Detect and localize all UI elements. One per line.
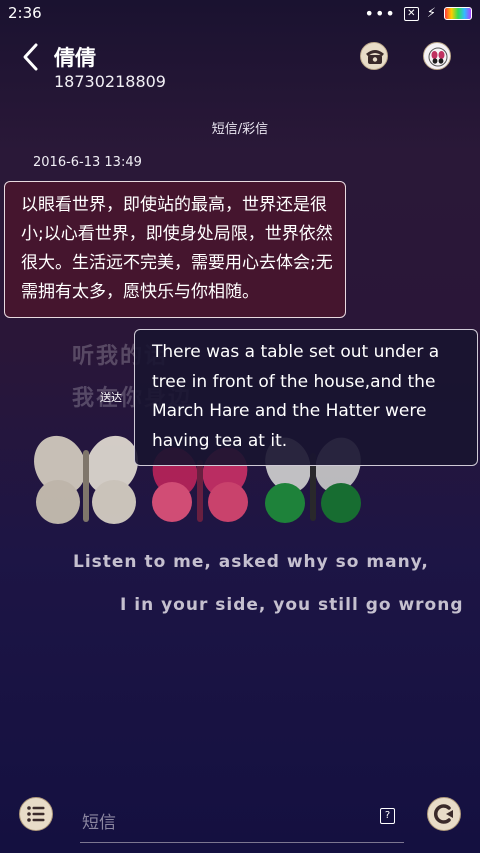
- contact-phone-number: 18730218809: [54, 72, 166, 91]
- more-dots-icon: •••: [364, 3, 396, 23]
- attachment-menu-button[interactable]: [19, 797, 53, 831]
- sms-input[interactable]: [80, 808, 404, 843]
- delivery-status: 送达: [100, 391, 122, 404]
- message-channel-label: 短信/彩信: [211, 122, 269, 137]
- composer-bar: ?: [0, 790, 480, 853]
- send-icon: [433, 804, 453, 824]
- received-message-bubble[interactable]: 以眼看世界，即使站的最高，世界还是很小;以心看世界，即使身处局限，世界依然很大。…: [4, 181, 346, 318]
- contact-name[interactable]: 倩倩: [54, 42, 96, 72]
- send-button[interactable]: [427, 797, 461, 831]
- contact-avatar-button[interactable]: [423, 42, 451, 70]
- status-time: 2:36: [8, 4, 42, 22]
- battery-icon: [444, 7, 472, 20]
- conversation-header: 倩倩 18730218809: [0, 32, 480, 102]
- menu-list-icon: [27, 806, 45, 822]
- charging-bolt-icon: ⚡: [426, 6, 436, 21]
- wallpaper-english-line-1: Listen to me, asked why so many,: [73, 552, 429, 572]
- white-butterfly: [34, 435, 138, 524]
- help-box-icon[interactable]: ?: [380, 808, 395, 824]
- message-timestamp: 2016-6-13 13:49: [33, 155, 142, 170]
- wallpaper-english-line-2: I in your side, you still go wrong: [120, 595, 464, 615]
- close-box-icon: ✕: [403, 6, 419, 21]
- status-bar: 2:36 ••• ✕ ⚡: [0, 0, 480, 28]
- status-icons: ••• ✕ ⚡: [364, 3, 472, 23]
- back-arrow-icon[interactable]: [18, 42, 44, 72]
- call-button[interactable]: [360, 42, 388, 70]
- contact-avatar-icon: [428, 47, 448, 67]
- sent-message-bubble[interactable]: There was a table set out under a tree i…: [134, 329, 478, 466]
- phone-call-icon: [366, 50, 384, 64]
